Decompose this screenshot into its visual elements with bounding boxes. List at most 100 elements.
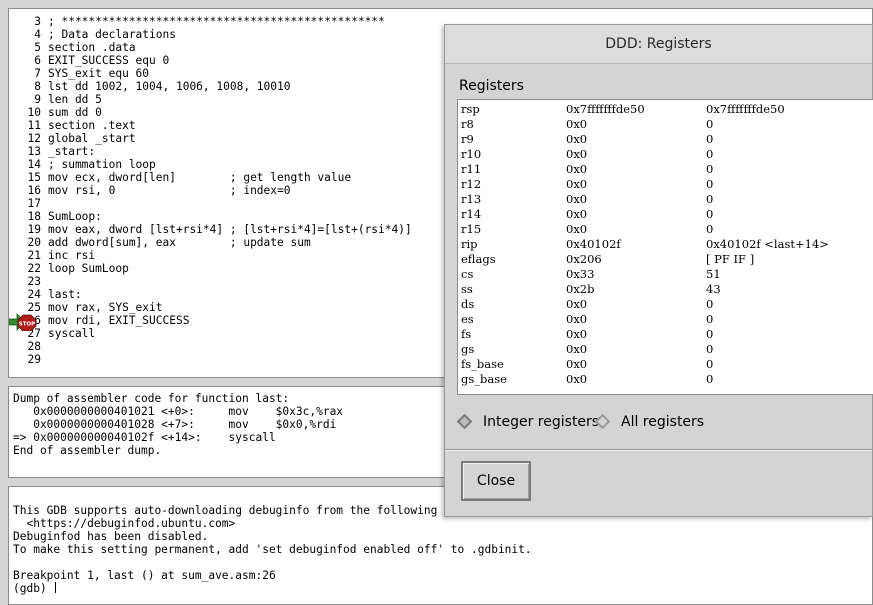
register-row[interactable]: r12 0x0 0 (458, 177, 873, 192)
line-number: 4 (34, 28, 41, 41)
source-text: SYS_exit equ 60 (48, 67, 150, 80)
register-row[interactable]: es 0x0 0 (458, 312, 873, 327)
register-natural-value: 0 (706, 372, 714, 386)
register-row[interactable]: gs_base 0x0 0 (458, 372, 873, 387)
source-line[interactable]: 4 ; Data declarations (9, 28, 176, 41)
register-row[interactable]: rip 0x40102f 0x40102f <last+14> (458, 237, 873, 252)
source-line[interactable]: 7 SYS_exit equ 60 (9, 67, 149, 80)
source-line[interactable]: 23 (9, 275, 48, 288)
line-number: 21 (27, 249, 41, 262)
source-line[interactable]: 9 len dd 5 (9, 93, 102, 106)
register-name: rsp (461, 102, 480, 116)
register-row[interactable]: r11 0x0 0 (458, 162, 873, 177)
source-line[interactable]: 18 SumLoop: (9, 210, 102, 223)
register-name: fs_base (461, 357, 504, 371)
source-text: mov eax, dword [lst+rsi*4] ; [lst+rsi*4]… (48, 223, 412, 236)
register-row[interactable]: r9 0x0 0 (458, 132, 873, 147)
source-text: add dword[sum], eax ; update sum (48, 236, 311, 249)
line-number: 24 (27, 288, 41, 301)
register-natural-value: 43 (706, 282, 721, 296)
register-name: ds (461, 297, 475, 311)
register-natural-value: 0 (706, 207, 714, 221)
register-natural-value: 0 (706, 327, 714, 341)
line-number: 10 (27, 106, 41, 119)
register-name: r9 (461, 132, 474, 146)
console-line: <https://debuginfod.ubuntu.com> (13, 517, 235, 530)
gdb-prompt[interactable]: (gdb) (13, 582, 57, 595)
register-row[interactable]: cs 0x33 51 (458, 267, 873, 282)
source-text: mov rax, SYS_exit (48, 301, 163, 314)
console-text: (gdb) (13, 582, 54, 595)
line-number: 16 (27, 184, 41, 197)
register-raw-value: 0x0 (566, 297, 588, 311)
source-line[interactable]: 3 ; *************************************… (9, 15, 385, 28)
register-row[interactable]: gs 0x0 0 (458, 342, 873, 357)
source-line[interactable]: 10 sum dd 0 (9, 106, 102, 119)
register-natural-value: 0 (706, 342, 714, 356)
register-row[interactable]: fs_base 0x0 0 (458, 357, 873, 372)
register-raw-value: 0x0 (566, 327, 588, 341)
source-line[interactable]: 13 _start: (9, 145, 96, 158)
breakpoint-stop-icon[interactable]: STOP (9, 313, 37, 331)
source-line[interactable]: 19 mov eax, dword [lst+rsi*4] ; [lst+rsi*… (9, 223, 412, 236)
source-line[interactable]: 8 lst dd 1002, 1004, 1006, 1008, 10010 (9, 80, 290, 93)
register-natural-value: 0 (706, 177, 714, 191)
register-name: r13 (461, 192, 482, 206)
register-row[interactable]: ss 0x2b 43 (458, 282, 873, 297)
source-text: last: (48, 288, 82, 301)
source-line[interactable]: 14 ; summation loop (9, 158, 156, 171)
register-name: es (461, 312, 474, 326)
source-line[interactable]: 12 global _start (9, 132, 136, 145)
source-line[interactable]: 11 section .text (9, 119, 136, 132)
register-natural-value: 51 (706, 267, 721, 281)
source-line[interactable]: 6 EXIT_SUCCESS equ 0 (9, 54, 169, 67)
register-row[interactable]: r14 0x0 0 (458, 207, 873, 222)
register-row[interactable]: eflags 0x206 [ PF IF ] (458, 252, 873, 267)
integer-registers-radio[interactable]: Integer registers (456, 413, 609, 433)
source-line[interactable]: 17 (9, 197, 48, 210)
close-button[interactable]: Close (461, 461, 531, 501)
registers-list[interactable]: rsp 0x7fffffffde50 0x7fffffffde50 r8 0x0 0 r9 0… (457, 99, 873, 395)
line-number: 6 (34, 54, 41, 67)
register-name: cs (461, 267, 474, 281)
register-natural-value: 0 (706, 147, 714, 161)
source-text: ; summation loop (48, 158, 156, 171)
source-text: syscall (48, 327, 96, 340)
register-raw-value: 0x0 (566, 342, 588, 356)
source-line[interactable]: 15 mov ecx, dword[len] ; get length value (9, 171, 352, 184)
line-number: 19 (27, 223, 41, 236)
source-text: EXIT_SUCCESS equ 0 (48, 54, 170, 67)
register-row[interactable]: r13 0x0 0 (458, 192, 873, 207)
register-name: eflags (461, 252, 496, 266)
line-number: 18 (27, 210, 41, 223)
source-line[interactable]: 20 add dword[sum], eax ; update sum (9, 236, 311, 249)
register-row[interactable]: rsp 0x7fffffffde50 0x7fffffffde50 (458, 102, 873, 117)
register-raw-value: 0x0 (566, 162, 588, 176)
source-line[interactable]: 24 last: (9, 288, 82, 301)
source-line[interactable]: 5 section .data (9, 41, 135, 54)
register-row[interactable]: r10 0x0 0 (458, 147, 873, 162)
console-line: To make this setting permanent, add 'set… (13, 543, 532, 556)
register-name: gs_base (461, 372, 507, 386)
source-line[interactable]: 28 (9, 340, 48, 353)
register-row[interactable]: fs 0x0 0 (458, 327, 873, 342)
register-natural-value: 0 (706, 162, 714, 176)
register-natural-value: 0x7fffffffde50 (706, 102, 785, 116)
registers-section-label: Registers (459, 78, 524, 94)
all-registers-radio[interactable]: All registers (594, 413, 727, 433)
breakpoint-stop-label: STOP (19, 322, 35, 328)
source-line[interactable]: 29 (9, 353, 48, 366)
source-line[interactable]: 21 inc rsi (9, 249, 96, 262)
line-number: 17 (27, 197, 41, 210)
source-line[interactable]: 16 mov rsi, 0 ; index=0 (9, 184, 291, 197)
line-number: 11 (27, 119, 41, 132)
register-name: r15 (461, 222, 482, 236)
register-row[interactable]: r8 0x0 0 (458, 117, 873, 132)
line-number: 13 (27, 145, 41, 158)
dialog-title[interactable]: DDD: Registers (445, 25, 872, 64)
source-line[interactable]: 22 loop SumLoop (9, 262, 129, 275)
line-number: 8 (34, 80, 41, 93)
register-raw-value: 0x2b (566, 282, 595, 296)
register-row[interactable]: r15 0x0 0 (458, 222, 873, 237)
register-row[interactable]: ds 0x0 0 (458, 297, 873, 312)
